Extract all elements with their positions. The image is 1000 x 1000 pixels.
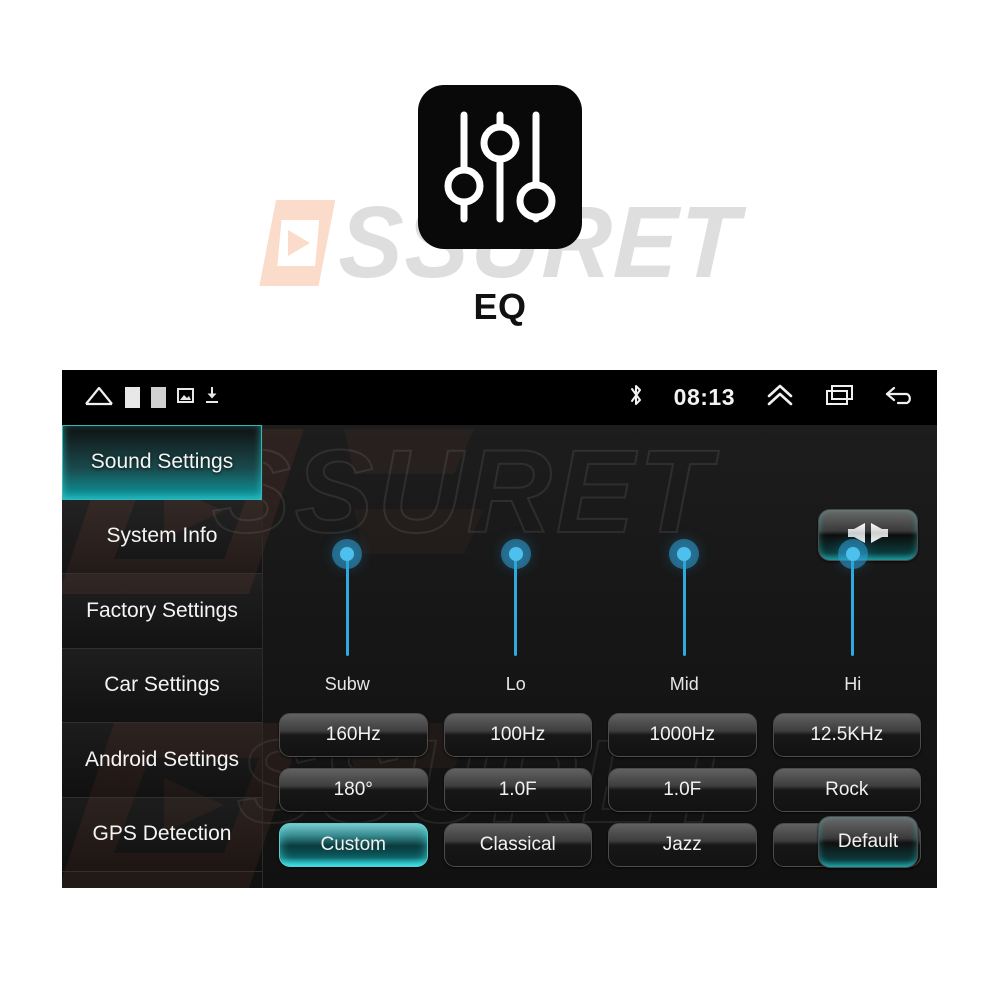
- eq-button-custom[interactable]: Custom: [279, 823, 428, 867]
- download-icon[interactable]: [205, 386, 219, 409]
- eq-slider-mid[interactable]: Mid: [600, 545, 769, 695]
- sidebar-item-label: Car Settings: [104, 673, 220, 697]
- play-logo-icon: [259, 200, 336, 286]
- sidebar-item-factory-settings[interactable]: Factory Settings: [62, 574, 262, 649]
- slider-label: Mid: [669, 674, 699, 694]
- eq-button-rock[interactable]: Rock: [772, 768, 921, 812]
- slider-track[interactable]: [677, 547, 692, 656]
- sidebar-item-label: GPS Detection: [92, 822, 232, 846]
- play-triangle-icon: [288, 230, 311, 256]
- status-clock: 08:13: [673, 384, 735, 410]
- sidebar-item-label: Android Settings: [84, 747, 240, 771]
- gallery-icon[interactable]: [177, 387, 194, 408]
- eq-button-q-lo[interactable]: 1.0F: [443, 768, 592, 812]
- status-bar: 08:13: [62, 370, 937, 425]
- eq-button-160hz[interactable]: 160Hz: [279, 713, 428, 757]
- eq-button-12-5khz[interactable]: 12.5KHz: [772, 713, 921, 757]
- eq-button-1000hz[interactable]: 1000Hz: [608, 713, 757, 757]
- eq-button-classical[interactable]: Classical: [443, 823, 592, 867]
- sidebar: Sound Settings System Info Factory Setti…: [62, 425, 263, 888]
- chevron-up-icon[interactable]: [765, 383, 795, 412]
- bluetooth-icon[interactable]: [628, 383, 644, 412]
- eq-button-jazz[interactable]: Jazz: [608, 823, 757, 867]
- sidebar-item-label: System Info: [106, 524, 218, 548]
- device-body: SSURET SSURET Sound Settings System Info…: [62, 425, 937, 888]
- device-screenshot: 08:13 SSURET Sound Settings System Info …: [62, 370, 937, 888]
- eq-button-row-frequency: 160Hz 100Hz 1000Hz 12.5KHz: [279, 713, 921, 757]
- slider-handle[interactable]: [845, 547, 860, 561]
- eq-sliders: Subw Lo Mid Hi: [263, 545, 937, 695]
- sidebar-item-sound-settings[interactable]: Sound Settings: [62, 425, 262, 500]
- eq-button-row-params: 180° 1.0F 1.0F Rock: [279, 768, 921, 812]
- eq-button-phase-180[interactable]: 180°: [279, 768, 428, 812]
- eq-button-100hz[interactable]: 100Hz: [443, 713, 592, 757]
- eq-slider-hi[interactable]: Hi: [769, 545, 938, 695]
- eq-panel: Subw Lo Mid Hi 160Hz 100Hz 1000Hz 12.5KH…: [263, 425, 937, 888]
- recents-icon[interactable]: [825, 384, 855, 411]
- slider-label: Lo: [505, 674, 526, 694]
- device-reflection: GPS Detection Custom Classical Jazz Pop …: [62, 888, 937, 960]
- app-square-icon[interactable]: [125, 387, 140, 408]
- slider-track[interactable]: [845, 547, 860, 656]
- slider-label: Subw: [324, 674, 370, 694]
- slider-label: Hi: [844, 674, 862, 694]
- page-root: SSURET EQ: [0, 0, 1000, 1000]
- sidebar-item-label: Sound Settings: [90, 450, 234, 474]
- page-title: EQ: [473, 286, 527, 327]
- sidebar-item-label: Factory Settings: [86, 598, 238, 622]
- home-icon[interactable]: [84, 384, 114, 411]
- sidebar-item-car-settings[interactable]: Car Settings: [62, 648, 262, 723]
- sidebar-item-gps-detection[interactable]: GPS Detection: [62, 797, 262, 872]
- eq-slider-subw[interactable]: Subw: [263, 545, 432, 695]
- slider-track[interactable]: [508, 547, 523, 656]
- slider-track[interactable]: [340, 547, 355, 656]
- default-button[interactable]: Default: [818, 816, 918, 868]
- eq-button-q-mid[interactable]: 1.0F: [608, 768, 757, 812]
- slider-handle[interactable]: [508, 547, 523, 561]
- app-square-icon[interactable]: [151, 387, 166, 408]
- eq-slider-lo[interactable]: Lo: [432, 545, 601, 695]
- sidebar-item-android-settings[interactable]: Android Settings: [62, 723, 262, 798]
- back-icon[interactable]: [885, 384, 915, 411]
- slider-handle[interactable]: [340, 547, 355, 561]
- equalizer-icon: [418, 85, 582, 249]
- sidebar-item-system-info[interactable]: System Info: [62, 499, 262, 574]
- slider-handle[interactable]: [677, 547, 692, 561]
